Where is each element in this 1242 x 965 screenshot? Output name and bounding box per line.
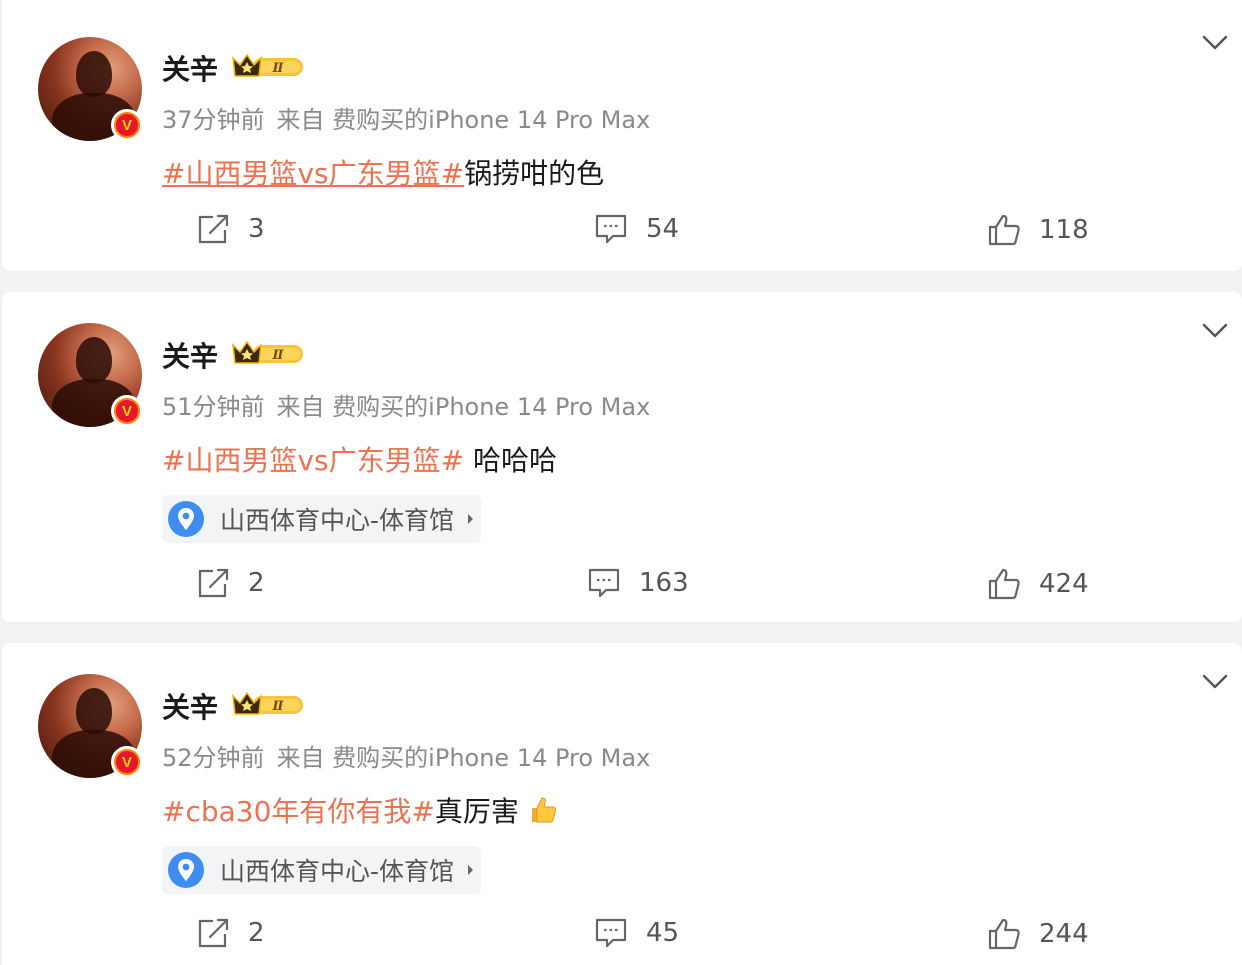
post-text: 真厉害 [434, 795, 519, 828]
location-name: 山西体育中心-体育馆 [220, 506, 455, 535]
comment-count: 54 [646, 214, 680, 244]
level-badge-text: Ⅱ [272, 348, 285, 363]
verified-badge-letter: V [116, 114, 138, 136]
location-name: 山西体育中心-体育馆 [220, 857, 455, 886]
like-button[interactable]: 244 [987, 917, 1089, 951]
comment-button[interactable]: 163 [587, 567, 689, 599]
crown-level-icon[interactable]: Ⅱ [231, 690, 305, 718]
feed-card: V 关辛 Ⅱ 51分钟前 来自 费购买的iPhone 14 Pro Max #山西… [2, 292, 1242, 622]
like-count: 424 [1039, 569, 1089, 599]
comment-count: 45 [646, 918, 680, 948]
comment-icon [595, 918, 627, 948]
verified-badge-letter: V [116, 751, 138, 773]
username[interactable]: 关辛 [162, 48, 218, 88]
post-source: 来自 费购买的iPhone 14 Pro Max [276, 106, 651, 134]
post-content: #山西男篮vs广东男篮# 哈哈哈 [162, 439, 557, 479]
topic-link[interactable]: #cba30年有你有我# [162, 795, 435, 828]
like-icon [988, 214, 1020, 246]
post-text: 哈哈哈 [464, 444, 557, 477]
thumbs-up-emoji-icon [531, 797, 556, 823]
feed-card: V 关辛 Ⅱ 37分钟前 来自 费购买的iPhone 14 Pro Max #山西… [2, 0, 1242, 271]
avatar-silhouette-head [76, 51, 112, 97]
username[interactable]: 关辛 [162, 686, 218, 726]
repost-icon [198, 568, 229, 598]
comment-button[interactable]: 54 [594, 213, 679, 245]
chevron-down-icon[interactable] [1202, 673, 1228, 691]
like-icon [988, 918, 1020, 950]
verified-v-icon: V [111, 746, 143, 778]
repost-button[interactable]: 2 [196, 917, 265, 949]
like-button[interactable]: 424 [987, 567, 1089, 601]
crown-level-icon[interactable]: Ⅱ [231, 339, 305, 367]
location-tag[interactable]: 山西体育中心-体育馆 [162, 495, 482, 543]
like-count: 118 [1039, 215, 1089, 245]
post-time: 52分钟前 [162, 744, 265, 772]
topic-link[interactable]: #山西男篮vs广东男篮# [162, 444, 464, 477]
repost-icon [198, 214, 229, 244]
chevron-down-icon[interactable] [1202, 34, 1228, 52]
post-meta: 37分钟前 来自 费购买的iPhone 14 Pro Max [162, 100, 650, 135]
repost-count: 2 [248, 918, 265, 948]
level-badge-text: Ⅱ [272, 61, 285, 76]
chevron-right-icon [468, 514, 474, 524]
feed-card: V 关辛 Ⅱ 52分钟前 来自 费购买的iPhone 14 Pro Max #cb… [2, 643, 1242, 965]
post-meta: 52分钟前 来自 费购买的iPhone 14 Pro Max [162, 738, 650, 773]
repost-count: 2 [248, 568, 265, 598]
chevron-right-icon [468, 865, 474, 875]
comment-icon [595, 214, 627, 244]
repost-button[interactable]: 3 [196, 213, 265, 245]
verified-badge-letter: V [116, 400, 138, 422]
topic-link[interactable]: #山西男篮vs广东男篮# [162, 157, 464, 190]
crown-level-icon[interactable]: Ⅱ [231, 52, 305, 80]
repost-icon [198, 918, 229, 948]
comment-count: 163 [639, 568, 689, 598]
like-button[interactable]: 118 [987, 213, 1089, 247]
level-badge-text: Ⅱ [272, 699, 285, 714]
post-time: 51分钟前 [162, 393, 265, 421]
repost-count: 3 [248, 214, 265, 244]
verified-v-icon: V [111, 109, 143, 141]
verified-v-icon: V [111, 395, 143, 427]
post-source: 来自 费购买的iPhone 14 Pro Max [276, 744, 651, 772]
avatar-silhouette-head [76, 688, 112, 734]
like-count: 244 [1039, 919, 1089, 949]
like-icon [988, 568, 1020, 600]
repost-button[interactable]: 2 [196, 567, 265, 599]
comment-icon [588, 568, 620, 598]
post-source: 来自 费购买的iPhone 14 Pro Max [276, 393, 651, 421]
username[interactable]: 关辛 [162, 335, 218, 375]
post-text: 锅捞咁的色 [464, 157, 605, 190]
post-content: #山西男篮vs广东男篮#锅捞咁的色 [162, 152, 604, 192]
location-tag[interactable]: 山西体育中心-体育馆 [162, 846, 482, 894]
location-pin-icon [168, 852, 204, 888]
post-meta: 51分钟前 来自 费购买的iPhone 14 Pro Max [162, 387, 650, 422]
comment-button[interactable]: 45 [594, 917, 679, 949]
avatar-silhouette-head [76, 337, 112, 383]
chevron-down-icon[interactable] [1202, 322, 1228, 340]
post-time: 37分钟前 [162, 106, 265, 134]
post-content: #cba30年有你有我#真厉害 [162, 790, 558, 830]
location-pin-icon [168, 501, 204, 537]
